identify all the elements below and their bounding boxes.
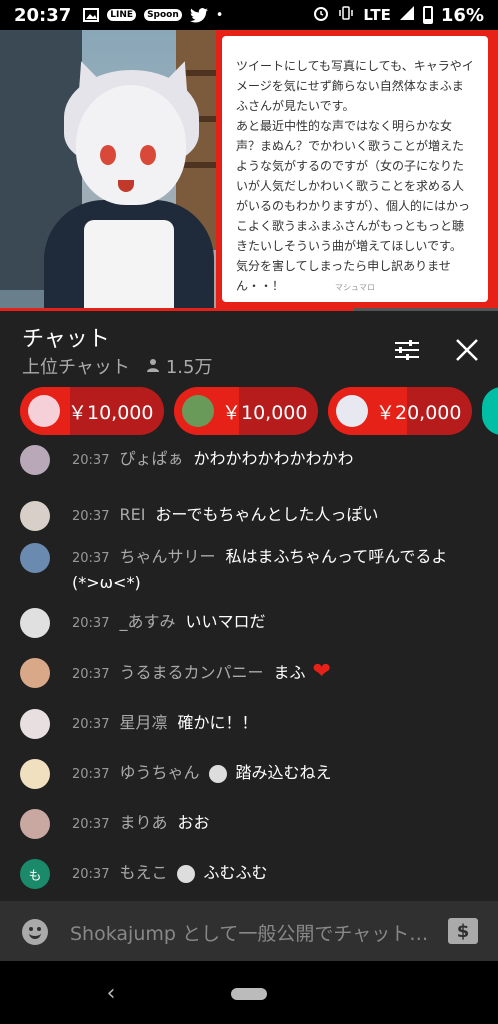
spoon-app-icon: Spoon: [144, 9, 182, 21]
chat-avatar[interactable]: も: [20, 859, 50, 889]
chat-timestamp: 20:37: [72, 717, 110, 732]
chat-message-text: 確かに！！: [177, 713, 258, 732]
battery-icon: [422, 6, 433, 24]
ticker-avatar: [336, 395, 368, 427]
chat-avatar[interactable]: [20, 658, 50, 688]
chat-mode-label: 上位チャット: [22, 357, 130, 378]
chat-avatar[interactable]: [20, 501, 50, 531]
status-bar: 20:37 LINE Spoon • LTE 16%: [0, 0, 498, 30]
battery-percent: 16%: [440, 4, 484, 26]
chat-message-text: かわかわかわかわかわ: [193, 449, 354, 468]
chat-timestamp: 20:37: [72, 453, 110, 468]
system-icons: LTE 16%: [313, 5, 484, 26]
chat-author[interactable]: ゆうちゃん: [119, 763, 199, 782]
chat-author[interactable]: もえこ: [119, 863, 167, 882]
network-label: LTE: [363, 6, 391, 24]
chat-timestamp: 20:37: [72, 551, 110, 566]
super-chat-icon[interactable]: $: [448, 918, 478, 944]
system-nav-bar: ‹: [0, 961, 498, 1024]
chat-timestamp: 20:37: [72, 616, 110, 631]
member-badge-icon: [177, 864, 196, 883]
chat-avatar[interactable]: [20, 608, 50, 638]
chat-message-text: いいマロだ: [185, 612, 266, 631]
super-chat-tickers: ￥10,000 ￥10,000 ￥20,000: [0, 381, 498, 445]
dot-icon: •: [215, 7, 224, 23]
alarm-icon: [313, 5, 329, 25]
chat-avatar[interactable]: [20, 709, 50, 739]
chat-avatar[interactable]: [20, 759, 50, 789]
chat-message-text: 踏み込むねえ: [235, 763, 332, 782]
member-badge-icon: [209, 764, 228, 783]
line-app-icon: LINE: [107, 9, 137, 21]
chat-message-text: ふむふむ: [203, 863, 268, 882]
vibrate-icon: [337, 6, 355, 24]
twitter-icon: [189, 7, 208, 23]
signal-icon: [399, 5, 415, 25]
ticker-amount: ￥10,000: [68, 401, 154, 424]
chat-timestamp: 20:37: [72, 817, 110, 832]
chat-author[interactable]: _あすみ: [119, 612, 175, 631]
chat-author[interactable]: REI: [119, 505, 145, 524]
marshmallow-card: ツイートにしても写真にしても、キャラやイメージを気にせず飾らない自然体なまふまふ…: [216, 30, 498, 310]
home-pill[interactable]: [231, 988, 267, 1000]
super-chat-ticker[interactable]: ￥10,000: [20, 387, 164, 435]
tune-icon[interactable]: [390, 333, 424, 367]
marshmallow-text: ツイートにしても写真にしても、キャラやイメージを気にせず飾らない自然体なまふまふ…: [236, 59, 474, 293]
chat-author[interactable]: まりあ: [119, 813, 167, 832]
chat-message-list[interactable]: 20:37 ぴょぱぁ かわかわかわかわかわ 20:37 REI おーでもちゃんとした人っぽ…: [0, 445, 498, 901]
chat-author[interactable]: うるまるカンパニー: [119, 663, 263, 682]
chat-message-text: おーでもちゃんとした人っぽい: [155, 505, 379, 524]
avatar-eye-left: [100, 145, 116, 165]
close-icon[interactable]: [450, 333, 484, 367]
back-icon[interactable]: ‹: [100, 981, 122, 1006]
person-icon: [146, 357, 160, 376]
ticker-avatar: [182, 395, 214, 427]
notification-icons: LINE Spoon •: [83, 8, 223, 23]
chat-avatar[interactable]: [20, 445, 50, 475]
chat-author[interactable]: ちゃんサリー: [119, 547, 215, 566]
chat-header: チャット 上位チャット 1.5万: [0, 311, 498, 381]
marshmallow-card-body: ツイートにしても写真にしても、キャラやイメージを気にせず飾らない自然体なまふまふ…: [222, 36, 488, 302]
avatar-eye-right: [140, 145, 156, 165]
chat-author[interactable]: ぴょぱぁ: [119, 449, 183, 468]
emoji-icon[interactable]: [22, 919, 48, 945]
chat-timestamp: 20:37: [72, 509, 110, 524]
chat-timestamp: 20:37: [72, 767, 110, 782]
ticker-avatar: [28, 395, 60, 427]
chat-input-bar: Shokajump として一般公開でチャット… $: [0, 901, 498, 961]
ticker-amount: ￥10,000: [222, 401, 308, 424]
image-icon: [83, 8, 100, 22]
chat-message-text: おお: [177, 813, 210, 832]
chat-avatar[interactable]: [20, 543, 50, 573]
super-chat-ticker-partial[interactable]: [482, 387, 498, 435]
avatar-shirt: [84, 220, 174, 310]
chat-timestamp: 20:37: [72, 867, 110, 882]
marshmallow-footer: マシュマロ: [335, 283, 375, 292]
status-time: 20:37: [14, 4, 72, 26]
heart-emoji-icon: ❤: [305, 659, 331, 684]
super-chat-ticker[interactable]: ￥20,000: [328, 387, 472, 435]
super-chat-ticker[interactable]: ￥10,000: [174, 387, 318, 435]
chat-author[interactable]: 星月凛: [119, 713, 167, 732]
chat-message-text: まふ: [273, 663, 306, 682]
ticker-amount: ￥20,000: [376, 401, 462, 424]
video-player[interactable]: ツイートにしても写真にしても、キャラやイメージを気にせず飾らない自然体なまふまふ…: [0, 30, 498, 310]
chat-timestamp: 20:37: [72, 667, 110, 682]
chat-title: チャット: [22, 327, 110, 352]
chat-input[interactable]: Shokajump として一般公開でチャット…: [70, 919, 440, 946]
viewer-count: 1.5万: [165, 357, 213, 378]
chat-avatar[interactable]: [20, 809, 50, 839]
chat-mode-selector[interactable]: 上位チャット 1.5万: [22, 353, 212, 379]
